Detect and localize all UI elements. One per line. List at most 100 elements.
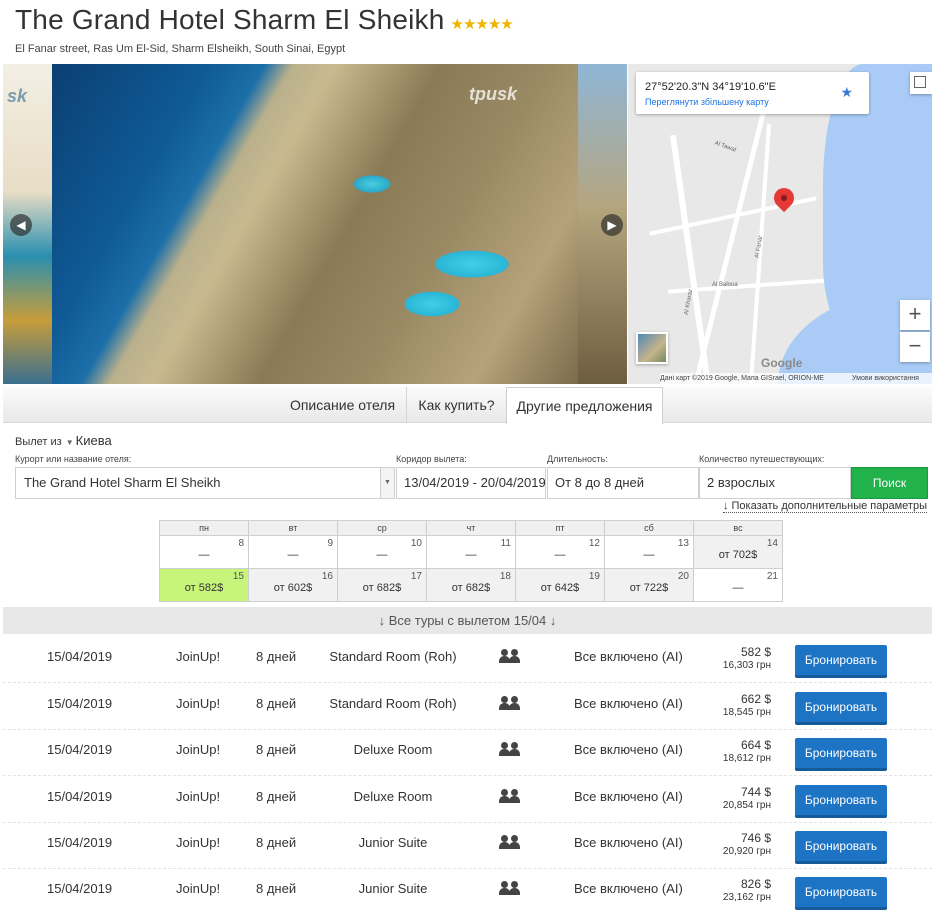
gallery-main-photo[interactable] bbox=[52, 64, 578, 384]
tour-price: 826 $23,162 грн bbox=[683, 877, 771, 903]
hotel-search-input[interactable]: The Grand Hotel Sharm El Sheikh ▼ bbox=[15, 467, 395, 499]
map-terms-link[interactable]: Умови використання bbox=[852, 373, 919, 384]
tour-date: 15/04/2019 bbox=[47, 742, 113, 757]
show-more-params-link[interactable]: ↓ Показать дополнительные параметры bbox=[722, 500, 927, 513]
tour-duration: 8 дней bbox=[256, 696, 297, 711]
hotel-tabs: Описание отеля Как купить? Другие предло… bbox=[3, 387, 932, 424]
book-button[interactable]: Бронировать bbox=[795, 645, 887, 678]
day-number: 20 bbox=[677, 571, 689, 582]
calendar-day: 9— bbox=[248, 535, 338, 569]
book-button[interactable]: Бронировать bbox=[795, 831, 887, 864]
calendar-day: 13 — bbox=[604, 535, 694, 569]
weekday-header: чт bbox=[426, 520, 516, 536]
tour-price-usd: 746 $ bbox=[740, 831, 771, 845]
book-button[interactable]: Бронировать bbox=[795, 738, 887, 771]
tab-description[interactable]: Описание отеля bbox=[279, 387, 406, 423]
hotel-field-label: Курорт или название отеля: bbox=[15, 454, 132, 464]
day-price: — bbox=[198, 549, 210, 561]
calendar-day[interactable]: 18 от 682$ bbox=[426, 568, 516, 602]
chevron-left-icon[interactable]: ◀ bbox=[10, 214, 32, 236]
map-coordinates: 27°52'20.3"N 34°19'10.6"E bbox=[645, 81, 776, 93]
tour-meal: Все включено (AI) bbox=[574, 881, 683, 896]
day-number: 10 bbox=[410, 538, 422, 549]
tour-meal: Все включено (AI) bbox=[574, 742, 683, 757]
calendar-day-selected[interactable]: 15 от 582$ bbox=[159, 568, 249, 602]
tour-price-usd: 664 $ bbox=[740, 738, 771, 752]
departure-city-selector[interactable]: Вылет из ▼ Киева bbox=[15, 433, 112, 448]
tour-date: 15/04/2019 bbox=[47, 649, 113, 664]
calendar-day[interactable]: 19 от 642$ bbox=[515, 568, 605, 602]
people-field-label: Количество путешествующих: bbox=[699, 454, 825, 464]
weekday-header: сб bbox=[604, 520, 694, 536]
tour-meal: Все включено (AI) bbox=[574, 835, 683, 850]
book-button[interactable]: Бронировать bbox=[795, 785, 887, 818]
save-star-icon[interactable]: ★ bbox=[840, 84, 853, 101]
tour-price: 662 $18,545 грн bbox=[683, 692, 771, 718]
tab-how-to-buy[interactable]: Как купить? bbox=[406, 387, 506, 423]
day-number: 14 bbox=[766, 538, 778, 549]
tour-duration: 8 дней bbox=[256, 881, 297, 896]
day-price: от 682$ bbox=[451, 582, 491, 594]
calendar-day: 21 — bbox=[693, 568, 783, 602]
departure-dates-input[interactable]: 13/04/2019 - 20/04/2019 bbox=[396, 467, 546, 499]
day-number: 21 bbox=[766, 571, 778, 582]
tour-room: Deluxe Room bbox=[353, 742, 433, 757]
map-street-label: Al Fanar bbox=[754, 235, 765, 259]
tour-price-usd: 582 $ bbox=[740, 645, 771, 659]
tour-operator: JoinUp! bbox=[176, 742, 221, 757]
caret-down-icon[interactable]: ▼ bbox=[380, 468, 394, 498]
day-price: от 642$ bbox=[540, 582, 580, 594]
all-tours-toggle[interactable]: ↓ Все туры с вылетом 15/04 ↓ bbox=[3, 607, 932, 634]
tour-meal: Все включено (AI) bbox=[574, 696, 683, 711]
tour-date: 15/04/2019 bbox=[47, 789, 113, 804]
two-people-icon bbox=[498, 880, 522, 899]
tour-duration: 8 дней bbox=[256, 742, 297, 757]
caret-down-icon: ▼ bbox=[65, 438, 74, 447]
weekday-header: ср bbox=[337, 520, 427, 536]
tour-operator: JoinUp! bbox=[176, 649, 221, 664]
hotel-header: The Grand Hotel Sharm El Sheikh ★★★★★ bbox=[15, 4, 514, 36]
tour-date: 15/04/2019 bbox=[47, 696, 113, 711]
two-people-icon bbox=[498, 741, 522, 760]
hotel-address: El Fanar street, Ras Um El-Sid, Sharm El… bbox=[15, 43, 346, 55]
map-attribution: Дані карт ©2019 Google, Мапа GISrael, OR… bbox=[660, 373, 932, 384]
book-button[interactable]: Бронировать bbox=[795, 877, 887, 910]
zoom-in-button[interactable]: + bbox=[900, 300, 930, 330]
tour-price-uah: 18,545 грн bbox=[722, 707, 771, 718]
fullscreen-icon[interactable] bbox=[910, 72, 932, 94]
hotel-title: The Grand Hotel Sharm El Sheikh bbox=[15, 4, 445, 35]
location-map[interactable]: Al Tawal Al Fanar Al Baloua Al Kharaz 27… bbox=[628, 64, 932, 384]
tour-price-uah: 20,854 грн bbox=[722, 800, 771, 811]
day-number: 15 bbox=[232, 571, 244, 582]
calendar-day[interactable]: 20 от 722$ bbox=[604, 568, 694, 602]
day-price: — bbox=[287, 549, 299, 561]
tab-other-offers[interactable]: Другие предложения bbox=[506, 387, 663, 424]
search-button[interactable]: Поиск bbox=[851, 467, 928, 499]
book-button[interactable]: Бронировать bbox=[795, 692, 887, 725]
departure-city[interactable]: Киева bbox=[76, 433, 112, 448]
calendar-day[interactable]: 16 от 602$ bbox=[248, 568, 338, 602]
chevron-right-icon[interactable]: ▶ bbox=[601, 214, 623, 236]
photo-gallery[interactable]: sk tpusk ◀ ▶ bbox=[3, 64, 627, 384]
day-price: — bbox=[732, 582, 744, 594]
duration-field-label: Длительность: bbox=[547, 454, 608, 464]
two-people-icon bbox=[498, 695, 522, 714]
two-people-icon bbox=[498, 834, 522, 853]
tour-price: 582 $16,303 грн bbox=[683, 645, 771, 671]
day-price: — bbox=[465, 549, 477, 561]
tour-room: Standard Room (Roh) bbox=[329, 696, 457, 711]
day-price: от 682$ bbox=[362, 582, 402, 594]
tour-row: 15/04/2019 JoinUp! 8 дней Junior Suite В… bbox=[3, 822, 932, 869]
calendar-day[interactable]: 17 от 682$ bbox=[337, 568, 427, 602]
day-number: 11 bbox=[500, 538, 511, 549]
map-info-card: 27°52'20.3"N 34°19'10.6"E Переглянути зб… bbox=[636, 72, 869, 114]
travelers-input[interactable]: 2 взрослых bbox=[699, 467, 851, 499]
calendar-day[interactable]: 14 от 702$ bbox=[693, 535, 783, 569]
tour-room: Standard Room (Roh) bbox=[329, 649, 457, 664]
view-larger-map-link[interactable]: Переглянути збільшену карту bbox=[645, 97, 769, 107]
zoom-out-button[interactable]: − bbox=[900, 332, 930, 362]
duration-input[interactable]: От 8 до 8 дней bbox=[547, 467, 699, 499]
satellite-view-toggle[interactable] bbox=[636, 332, 668, 364]
hotel-search-value: The Grand Hotel Sharm El Sheikh bbox=[24, 475, 221, 490]
tour-duration: 8 дней bbox=[256, 789, 297, 804]
